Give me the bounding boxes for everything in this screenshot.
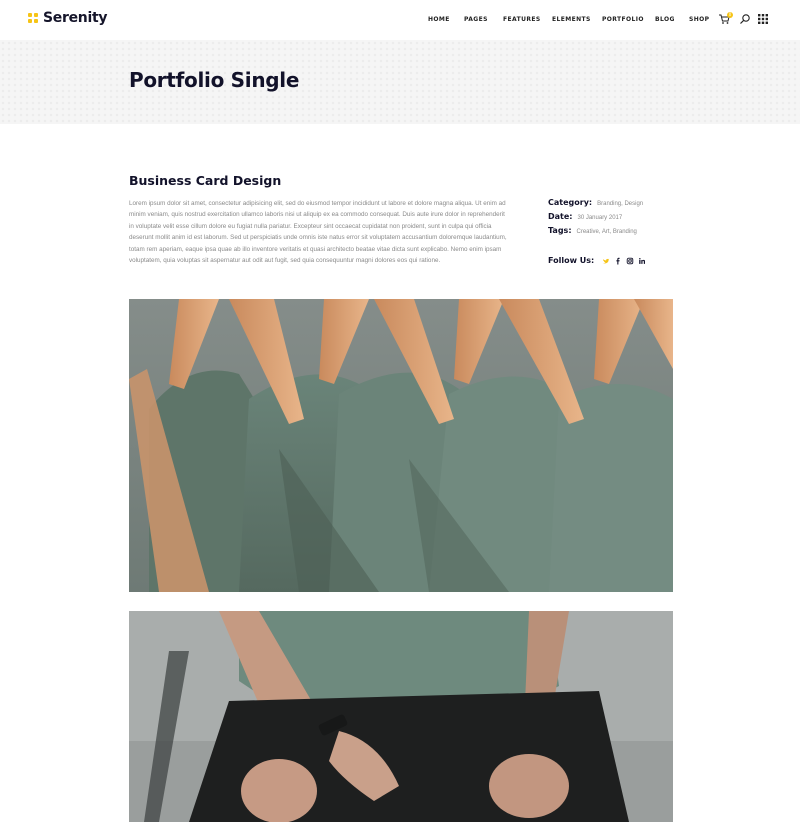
nav-blog[interactable]: BLOG [655, 16, 675, 23]
logo[interactable]: Serenity [28, 10, 107, 26]
project-description: Lorem ipsum dolor sit amet, consectetur … [129, 200, 507, 265]
page-title: Portfolio Single [129, 68, 300, 92]
project-meta: Category: Branding, Design Date: 30 Janu… [548, 198, 678, 240]
logo-text: Serenity [43, 10, 108, 26]
twitter-icon[interactable] [602, 257, 610, 265]
portfolio-image-person [129, 611, 673, 822]
logo-mark-icon [28, 13, 38, 23]
person-illustration [129, 611, 673, 822]
meta-tags: Tags: Creative, Art, Branding [548, 226, 678, 240]
nav-features[interactable]: FEATURES [503, 16, 541, 23]
meta-category: Category: Branding, Design [548, 198, 678, 212]
tags-value[interactable]: Creative, Art, Branding [577, 229, 637, 235]
title-band: Portfolio Single [0, 40, 800, 124]
cart-count-badge: 0 [727, 12, 733, 18]
follow-label: Follow Us: [548, 256, 595, 265]
nav-elements[interactable]: ELEMENTS [552, 16, 591, 23]
meta-date: Date: 30 January 2017 [548, 212, 678, 226]
date-value: 30 January 2017 [577, 215, 623, 221]
date-label: Date: [548, 212, 573, 221]
nav-portfolio[interactable]: PORTFOLIO [602, 16, 644, 23]
title-band-pattern [0, 40, 800, 124]
search-icon[interactable] [739, 13, 751, 25]
grid-menu-icon[interactable] [757, 13, 769, 25]
nav-pages[interactable]: PAGES [464, 16, 488, 23]
portfolio-image-hangers [129, 299, 673, 592]
facebook-icon[interactable] [614, 257, 622, 265]
hangers-illustration [129, 299, 673, 592]
linkedin-icon[interactable] [638, 257, 646, 265]
tags-label: Tags: [548, 226, 572, 235]
category-value[interactable]: Branding, Design [597, 201, 643, 207]
nav-shop[interactable]: SHOP [689, 16, 709, 23]
category-label: Category: [548, 198, 593, 207]
nav-home[interactable]: HOME [428, 16, 450, 23]
follow-us: Follow Us: [548, 256, 650, 265]
site-header: Serenity HOME PAGES FEATURES ELEMENTS PO… [0, 0, 800, 40]
instagram-icon[interactable] [626, 257, 634, 265]
project-title: Business Card Design [129, 173, 282, 188]
